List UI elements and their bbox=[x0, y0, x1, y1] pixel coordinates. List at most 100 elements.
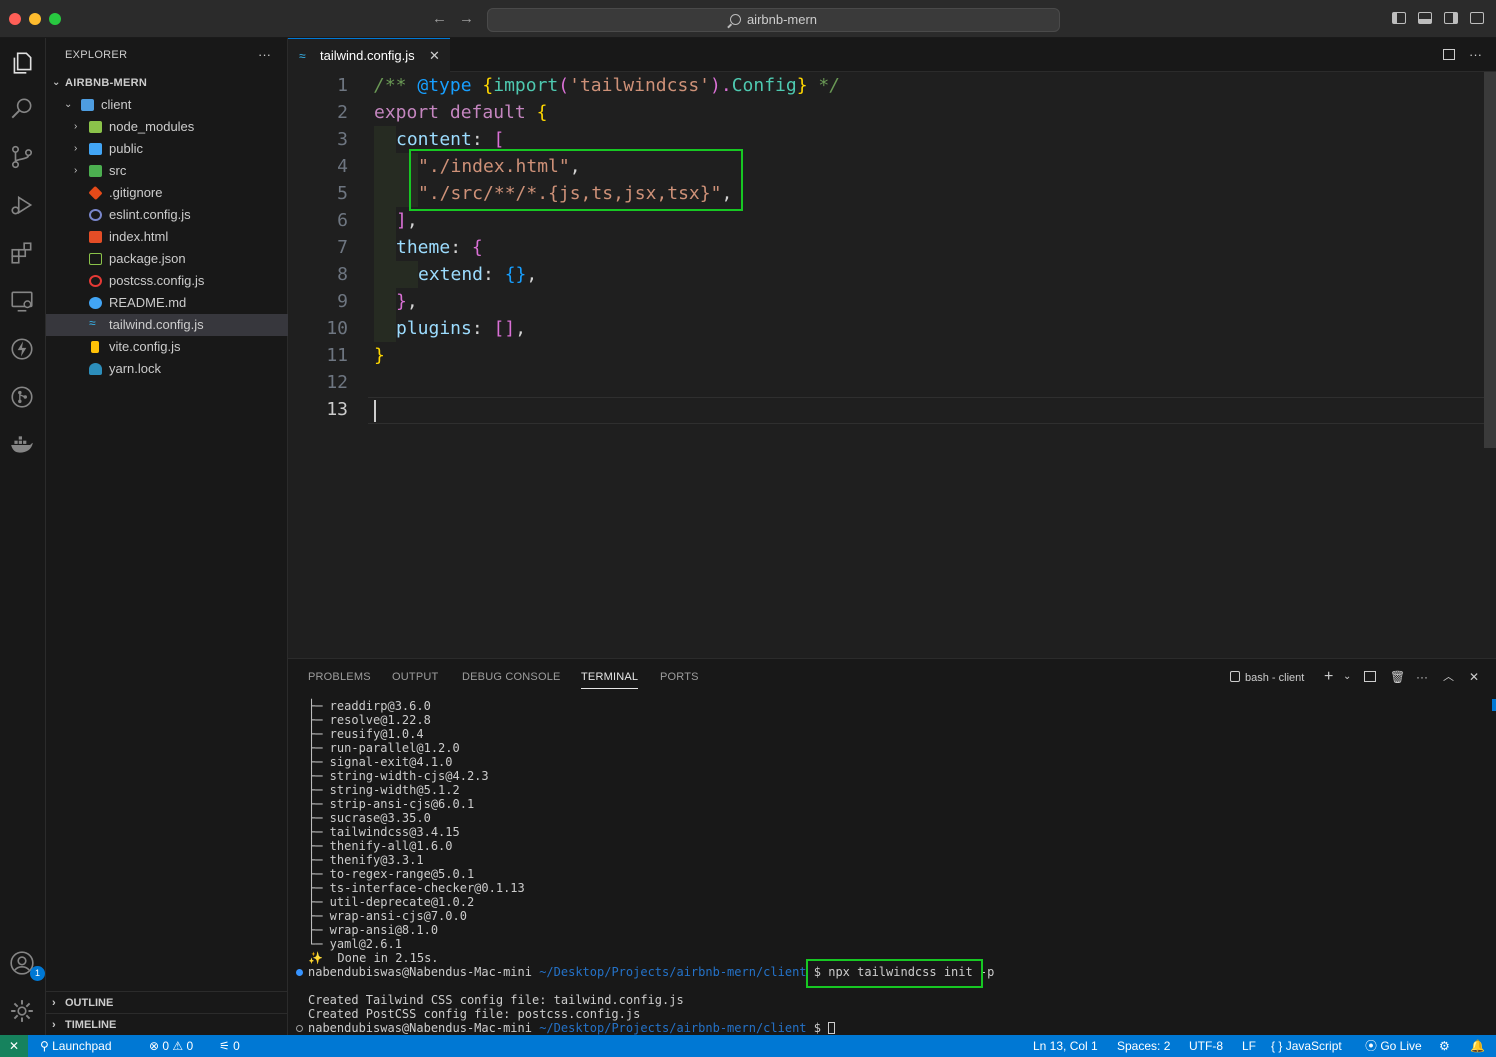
maximize-window-button[interactable] bbox=[49, 13, 61, 25]
customize-layout-icon[interactable] bbox=[1470, 12, 1484, 24]
cursor-position[interactable]: Ln 13, Col 1 bbox=[1033, 1035, 1098, 1057]
extensions-icon[interactable] bbox=[9, 240, 35, 266]
accounts-button[interactable]: 1 bbox=[9, 950, 45, 981]
launchpad-item[interactable]: ⚲ Launchpad bbox=[40, 1035, 112, 1057]
code-line[interactable]: 11} bbox=[288, 342, 1496, 369]
chevron-down-icon[interactable]: ⌄ bbox=[1343, 659, 1351, 695]
tree-item-src[interactable]: › src bbox=[46, 160, 288, 182]
code-line[interactable]: 8 extend: {}, bbox=[288, 261, 1496, 288]
split-terminal-icon[interactable] bbox=[1364, 659, 1376, 695]
tab-ports[interactable]: PORTS bbox=[660, 659, 699, 695]
chevron-right-icon: › bbox=[74, 143, 78, 154]
code-line[interactable]: 2 export default { bbox=[288, 99, 1496, 126]
code-line[interactable]: 9}, bbox=[288, 288, 1496, 315]
tree-item-gitignore[interactable]: .gitignore bbox=[46, 182, 288, 204]
terminal-line: ├─ wrap-ansi@8.1.0 bbox=[308, 923, 439, 937]
indentation[interactable]: Spaces: 2 bbox=[1117, 1035, 1170, 1057]
docker-icon[interactable] bbox=[9, 432, 35, 458]
toggle-secondary-sidebar-icon[interactable] bbox=[1444, 12, 1458, 24]
tree-item-index-html[interactable]: index.html bbox=[46, 226, 288, 248]
explorer-icon[interactable] bbox=[9, 50, 35, 76]
tree-item-eslint-config[interactable]: eslint.config.js bbox=[46, 204, 288, 226]
code-line[interactable]: 12 bbox=[288, 369, 1496, 396]
forward-arrow-icon[interactable]: → bbox=[459, 10, 474, 27]
maximize-panel-icon[interactable]: ︿ bbox=[1443, 659, 1454, 695]
git-graph-icon[interactable] bbox=[9, 384, 35, 410]
tree-item-postcss-config[interactable]: postcss.config.js bbox=[46, 270, 288, 292]
timeline-section[interactable]: › TIMELINE bbox=[46, 1013, 288, 1035]
tree-item-public[interactable]: › public bbox=[46, 138, 288, 160]
more-actions-icon[interactable]: ··· bbox=[1469, 47, 1482, 62]
gear-icon[interactable] bbox=[9, 998, 35, 1024]
code-line[interactable]: 7 theme: { bbox=[288, 234, 1496, 261]
editor-scrollbar[interactable] bbox=[1484, 72, 1496, 448]
terminal-line: ✨ Done in 2.15s. bbox=[308, 951, 439, 965]
tree-item-vite-config[interactable]: vite.config.js bbox=[46, 336, 288, 358]
close-icon[interactable]: ✕ bbox=[429, 39, 440, 72]
terminal-output[interactable]: ├─ readdirp@3.6.0 ├─ resolve@1.22.8 ├─ reu… bbox=[288, 699, 1496, 1036]
run-debug-icon[interactable] bbox=[9, 192, 35, 218]
tab-tailwind-config[interactable]: ≈ tailwind.config.js ✕ bbox=[288, 38, 450, 72]
bell-icon[interactable]: 🔔 bbox=[1470, 1035, 1485, 1057]
terminal-line: ├─ string-width-cjs@4.2.3 bbox=[308, 769, 489, 783]
vite-icon bbox=[91, 341, 99, 353]
line-number: 4 bbox=[337, 156, 348, 177]
code-line[interactable]: 1 /** @type {import('tailwindcss').Config… bbox=[288, 72, 1496, 99]
source-control-icon[interactable] bbox=[9, 144, 35, 170]
tree-item-client[interactable]: ⌄ client bbox=[46, 94, 288, 116]
code-text: plugins: [], bbox=[396, 318, 527, 339]
code-line[interactable]: 13 bbox=[288, 396, 1496, 423]
go-live-button[interactable]: ⦿ Go Live bbox=[1365, 1035, 1422, 1057]
terminal-scrollbar[interactable] bbox=[1492, 699, 1496, 711]
terminal-line: ├─ string-width@5.1.2 bbox=[308, 783, 460, 797]
tab-debug-console[interactable]: DEBUG CONSOLE bbox=[462, 659, 561, 695]
tree-item-readme[interactable]: README.md bbox=[46, 292, 288, 314]
tab-terminal[interactable]: TERMINAL bbox=[581, 659, 639, 695]
prompt-idle-dot bbox=[296, 1025, 303, 1032]
toggle-panel-icon[interactable] bbox=[1418, 12, 1432, 24]
terminal-selector[interactable]: bash - client bbox=[1230, 659, 1304, 695]
remote-explorer-icon[interactable] bbox=[9, 288, 35, 314]
folder-public-icon bbox=[89, 143, 102, 155]
encoding[interactable]: UTF-8 bbox=[1189, 1035, 1223, 1057]
project-root[interactable]: ⌄ AIRBNB-MERN bbox=[46, 72, 288, 94]
code-line[interactable]: 10 plugins: [], bbox=[288, 315, 1496, 342]
close-panel-icon[interactable]: ✕ bbox=[1469, 659, 1479, 695]
code-line[interactable]: 6], bbox=[288, 207, 1496, 234]
command-center-search[interactable]: airbnb-mern bbox=[487, 8, 1060, 32]
line-number: 12 bbox=[326, 372, 348, 393]
tree-item-package-json[interactable]: package.json bbox=[46, 248, 288, 270]
line-number: 9 bbox=[337, 291, 348, 312]
accounts-badge: 1 bbox=[30, 966, 45, 981]
new-terminal-button[interactable]: + bbox=[1324, 659, 1333, 695]
tree-item-tailwind-config[interactable]: ≈ tailwind.config.js bbox=[46, 314, 288, 336]
copilot-icon[interactable]: ⚙ bbox=[1439, 1035, 1450, 1057]
tree-item-yarn-lock[interactable]: yarn.lock bbox=[46, 358, 288, 380]
terminal-line: ├─ thenify@3.3.1 bbox=[308, 853, 424, 867]
code-text: export default { bbox=[374, 102, 548, 123]
problems-indicator[interactable]: ⊗ 0 ⚠ 0 bbox=[149, 1035, 193, 1057]
toggle-primary-sidebar-icon[interactable] bbox=[1392, 12, 1406, 24]
tab-output[interactable]: OUTPUT bbox=[392, 659, 438, 695]
terminal-line: ├─ sucrase@3.35.0 bbox=[308, 811, 431, 825]
thunder-client-icon[interactable] bbox=[9, 336, 35, 362]
more-actions-icon[interactable]: ··· bbox=[1416, 659, 1428, 695]
code-editor[interactable]: 1 /** @type {import('tailwindcss').Config… bbox=[288, 72, 1496, 658]
language-mode[interactable]: { } JavaScript bbox=[1271, 1035, 1342, 1057]
annotation-box-content bbox=[409, 149, 743, 211]
tree-item-node-modules[interactable]: › node_modules bbox=[46, 116, 288, 138]
explorer-more-button[interactable]: ··· bbox=[258, 38, 271, 72]
ports-indicator[interactable]: ⚟ 0 bbox=[219, 1035, 240, 1057]
back-arrow-icon[interactable]: ← bbox=[432, 10, 447, 27]
remote-indicator[interactable]: ✕ bbox=[0, 1035, 28, 1057]
trash-icon[interactable]: 🗑 bbox=[1390, 659, 1405, 695]
outline-section[interactable]: › OUTLINE bbox=[46, 991, 288, 1013]
folder-open-icon bbox=[81, 99, 94, 111]
broadcast-icon: ⦿ bbox=[1365, 1039, 1381, 1053]
minimize-window-button[interactable] bbox=[29, 13, 41, 25]
tab-problems[interactable]: PROBLEMS bbox=[308, 659, 371, 695]
end-of-line[interactable]: LF bbox=[1242, 1035, 1256, 1057]
close-window-button[interactable] bbox=[9, 13, 21, 25]
split-editor-icon[interactable] bbox=[1443, 49, 1455, 60]
search-icon[interactable] bbox=[9, 96, 35, 122]
